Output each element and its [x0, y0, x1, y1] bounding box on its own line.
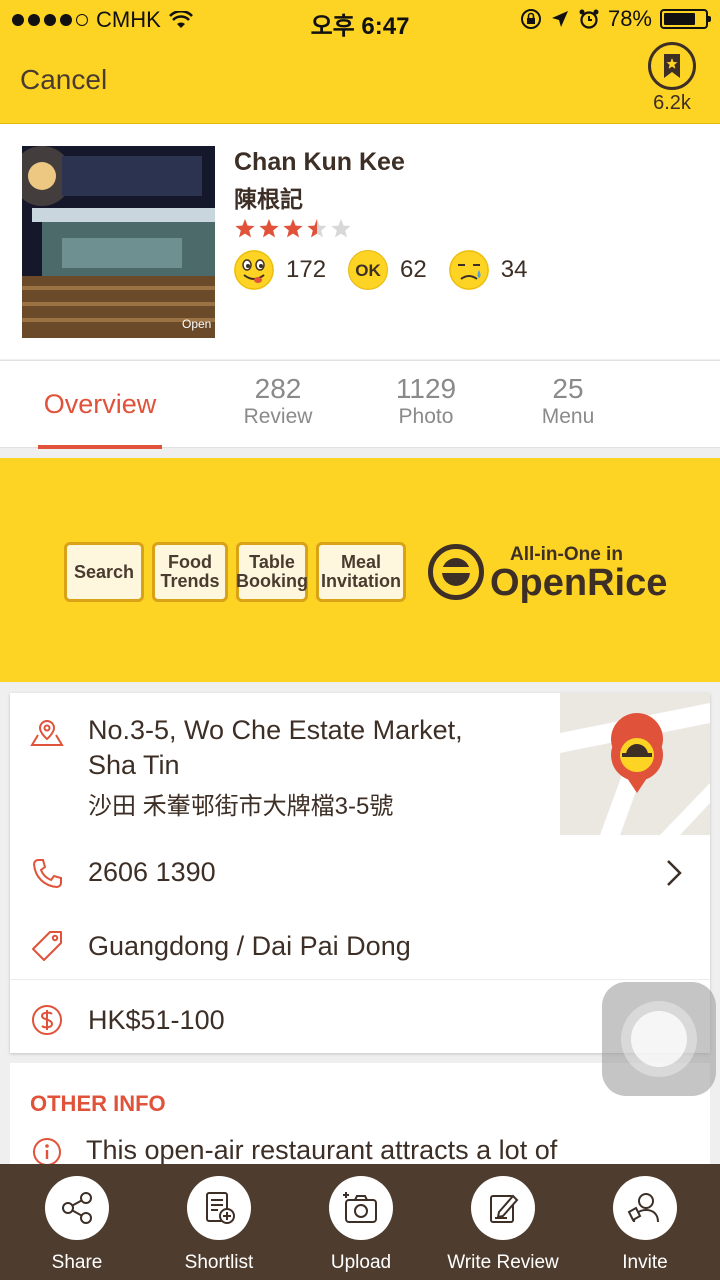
review-scores: 172 OK 62 34 — [234, 250, 549, 290]
share-button[interactable]: Share — [6, 1176, 148, 1274]
restaurant-header: Open Chan Kun Kee 陳根記 172 OK 62 34 — [0, 124, 720, 359]
shortlist-button[interactable]: Shortlist — [148, 1176, 290, 1274]
phone-icon — [32, 859, 62, 889]
restaurant-photo[interactable]: Open — [22, 146, 215, 338]
bottom-action-bar: Share Shortlist Upload Write Review Invi… — [0, 1164, 720, 1280]
tab-overview[interactable]: Overview — [38, 361, 162, 449]
alarm-icon — [579, 9, 599, 29]
ok-count: 62 — [400, 256, 427, 283]
star-rating — [234, 218, 352, 240]
battery-percent: 78% — [607, 6, 652, 31]
phone-number[interactable]: 2606 1390 — [88, 857, 216, 888]
star-icon — [283, 219, 303, 238]
banner-search: Search — [64, 542, 144, 602]
restaurant-name-zh: 陳根記 — [234, 186, 303, 212]
promo-banner[interactable]: Search Food Trends Table Booking Meal In… — [0, 458, 720, 682]
write-review-label: Write Review — [447, 1252, 559, 1273]
photo-watermark: Open — [182, 317, 211, 331]
tab-menu-label: Menu — [541, 405, 595, 428]
location-icon — [551, 11, 568, 27]
tab-bar: Overview 282 Review 1129 Photo 25 Menu — [0, 360, 720, 449]
restaurant-name: Chan Kun Kee — [234, 148, 405, 176]
star-icon — [259, 219, 279, 238]
smile-face-icon — [234, 250, 274, 290]
location-pin-icon — [30, 719, 64, 746]
cuisine-category[interactable]: Guangdong / Dai Pai Dong — [88, 931, 411, 962]
rotation-lock-icon — [520, 9, 541, 29]
status-bar: CMHK 오후 6:47 78% — [0, 0, 720, 40]
share-label: Share — [51, 1252, 103, 1273]
tag-icon — [32, 931, 62, 961]
address-chinese[interactable]: 沙田 禾輋邨街市大牌檔3-5號 — [88, 786, 393, 821]
banner-meal-invitation: Meal Invitation — [316, 542, 406, 602]
battery-icon — [660, 9, 711, 29]
banner-brand: OpenRice — [490, 562, 668, 604]
write-review-button[interactable]: Write Review — [432, 1176, 574, 1274]
upload-button[interactable]: Upload — [290, 1176, 432, 1274]
tab-active-indicator — [38, 445, 162, 449]
smile-count: 172 — [286, 256, 327, 283]
cry-face-icon — [448, 250, 489, 290]
ok-face-label: OK — [355, 261, 381, 280]
tab-photo[interactable]: 1129 Photo — [366, 361, 486, 449]
star-icon — [307, 219, 327, 238]
address-line-2[interactable]: Sha Tin — [88, 750, 180, 781]
top-header: CMHK 오후 6:47 78% Cancel 6.2k — [0, 0, 720, 124]
tab-review[interactable]: 282 Review — [218, 361, 338, 449]
address-line-1[interactable]: No.3-5, Wo Che Estate Market, — [88, 715, 463, 746]
price-dollar-icon — [32, 1005, 62, 1035]
other-info-text: This open-air restaurant attracts a lot … — [86, 1135, 558, 1165]
invite-label: Invite — [622, 1252, 668, 1273]
camera-icon — [343, 1192, 377, 1223]
shortlist-label: Shortlist — [184, 1252, 254, 1273]
star-icon — [331, 219, 351, 238]
banner-food-trends: Food Trends — [152, 542, 228, 602]
invite-button[interactable]: Invite — [574, 1176, 716, 1274]
openrice-logo-icon — [428, 544, 484, 600]
tab-overview-label: Overview — [43, 389, 157, 419]
info-icon — [33, 1138, 61, 1166]
bookmark-count: 6.2k — [653, 92, 691, 114]
cry-count: 34 — [500, 256, 528, 283]
cancel-button[interactable]: Cancel — [20, 64, 107, 96]
banner-table-booking: Table Booking — [236, 542, 308, 602]
star-icon — [235, 219, 255, 238]
other-info-title: OTHER INFO — [30, 1091, 166, 1116]
shortlist-icon — [206, 1192, 235, 1224]
tab-photo-label: Photo — [398, 405, 454, 428]
invite-icon — [627, 1193, 659, 1223]
bookmark-icon — [664, 54, 680, 78]
chevron-right-icon[interactable] — [666, 859, 682, 894]
tab-review-count: 282 — [254, 373, 302, 404]
tab-menu[interactable]: 25 Menu — [508, 361, 628, 449]
share-icon — [62, 1192, 92, 1224]
divider — [10, 979, 710, 980]
price-range: HK$51-100 — [88, 1005, 225, 1035]
upload-label: Upload — [330, 1252, 392, 1273]
map-thumbnail[interactable] — [560, 693, 710, 835]
tab-review-label: Review — [243, 405, 313, 428]
tab-menu-count: 25 — [552, 373, 584, 404]
write-review-icon — [490, 1194, 519, 1223]
assistive-touch-button[interactable] — [602, 982, 716, 1096]
ok-face-icon: OK — [348, 250, 389, 290]
tab-photo-count: 1129 — [395, 373, 457, 404]
bookmark-button[interactable]: 6.2k — [646, 42, 698, 115]
